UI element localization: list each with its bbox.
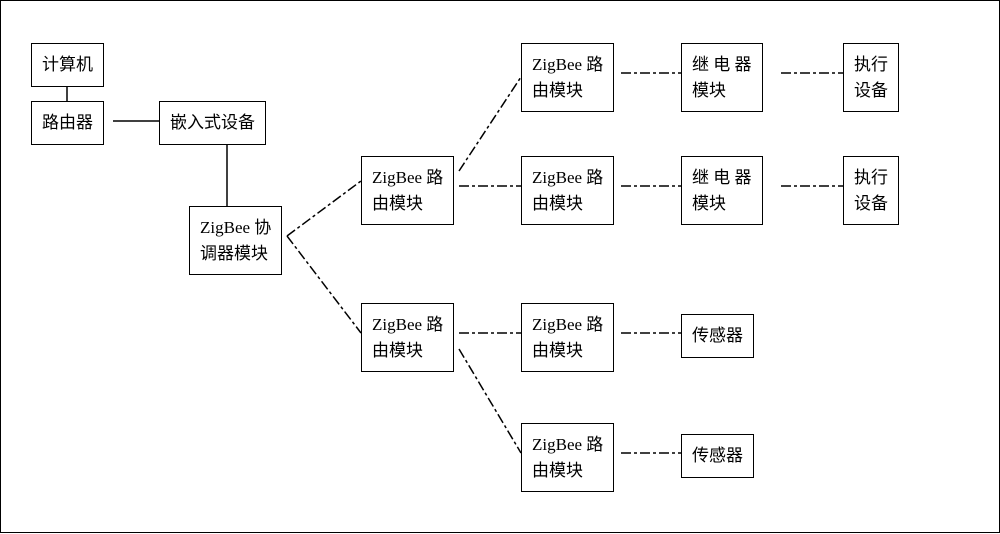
embedded-box: 嵌入式设备 [159,101,266,145]
zigbee-route-label-l1: ZigBee 路 [532,435,603,454]
zigbee-route-label-l2: 由模块 [532,461,583,480]
router-label: 路由器 [42,113,93,132]
exec-box-1: 执行 设备 [843,43,899,112]
sensor-label: 传感器 [692,326,743,345]
exec-box-2: 执行 设备 [843,156,899,225]
zigbee-route-label-l1: ZigBee 路 [532,55,603,74]
zigbee-route-box-5: ZigBee 路 由模块 [521,303,614,372]
zigbee-route-label-l2: 由模块 [532,341,583,360]
sensor-box-2: 传感器 [681,434,754,478]
relay-box-2: 继 电 器 模块 [681,156,763,225]
zigbee-route-label-l2: 由模块 [372,341,423,360]
zigbee-route-box-2: ZigBee 路 由模块 [361,303,454,372]
relay-label-l2: 模块 [692,81,726,100]
exec-label-l1: 执行 [854,55,888,74]
relay-label-l2: 模块 [692,194,726,213]
zigbee-route-label-l1: ZigBee 路 [372,168,443,187]
zigbee-route-box-3: ZigBee 路 由模块 [521,43,614,112]
zigbee-route-box-4: ZigBee 路 由模块 [521,156,614,225]
zigbee-route-box-6: ZigBee 路 由模块 [521,423,614,492]
exec-label-l2: 设备 [854,81,888,100]
zigbee-route-label-l1: ZigBee 路 [532,315,603,334]
coordinator-label-l2: 调器模块 [200,244,268,263]
exec-label-l1: 执行 [854,168,888,187]
coordinator-label-l1: ZigBee 协 [200,218,271,237]
zigbee-route-label-l1: ZigBee 路 [532,168,603,187]
computer-label: 计算机 [42,55,93,74]
sensor-label: 传感器 [692,446,743,465]
zigbee-route-label-l2: 由模块 [532,81,583,100]
relay-label-l1: 继 电 器 [692,168,752,187]
relay-box-1: 继 电 器 模块 [681,43,763,112]
zigbee-route-label-l2: 由模块 [532,194,583,213]
embedded-label: 嵌入式设备 [170,113,255,132]
zigbee-route-box-1: ZigBee 路 由模块 [361,156,454,225]
exec-label-l2: 设备 [854,194,888,213]
zigbee-coordinator-box: ZigBee 协 调器模块 [189,206,282,275]
zigbee-route-label-l1: ZigBee 路 [372,315,443,334]
computer-box: 计算机 [31,43,104,87]
sensor-box-1: 传感器 [681,314,754,358]
router-box: 路由器 [31,101,104,145]
relay-label-l1: 继 电 器 [692,55,752,74]
zigbee-route-label-l2: 由模块 [372,194,423,213]
